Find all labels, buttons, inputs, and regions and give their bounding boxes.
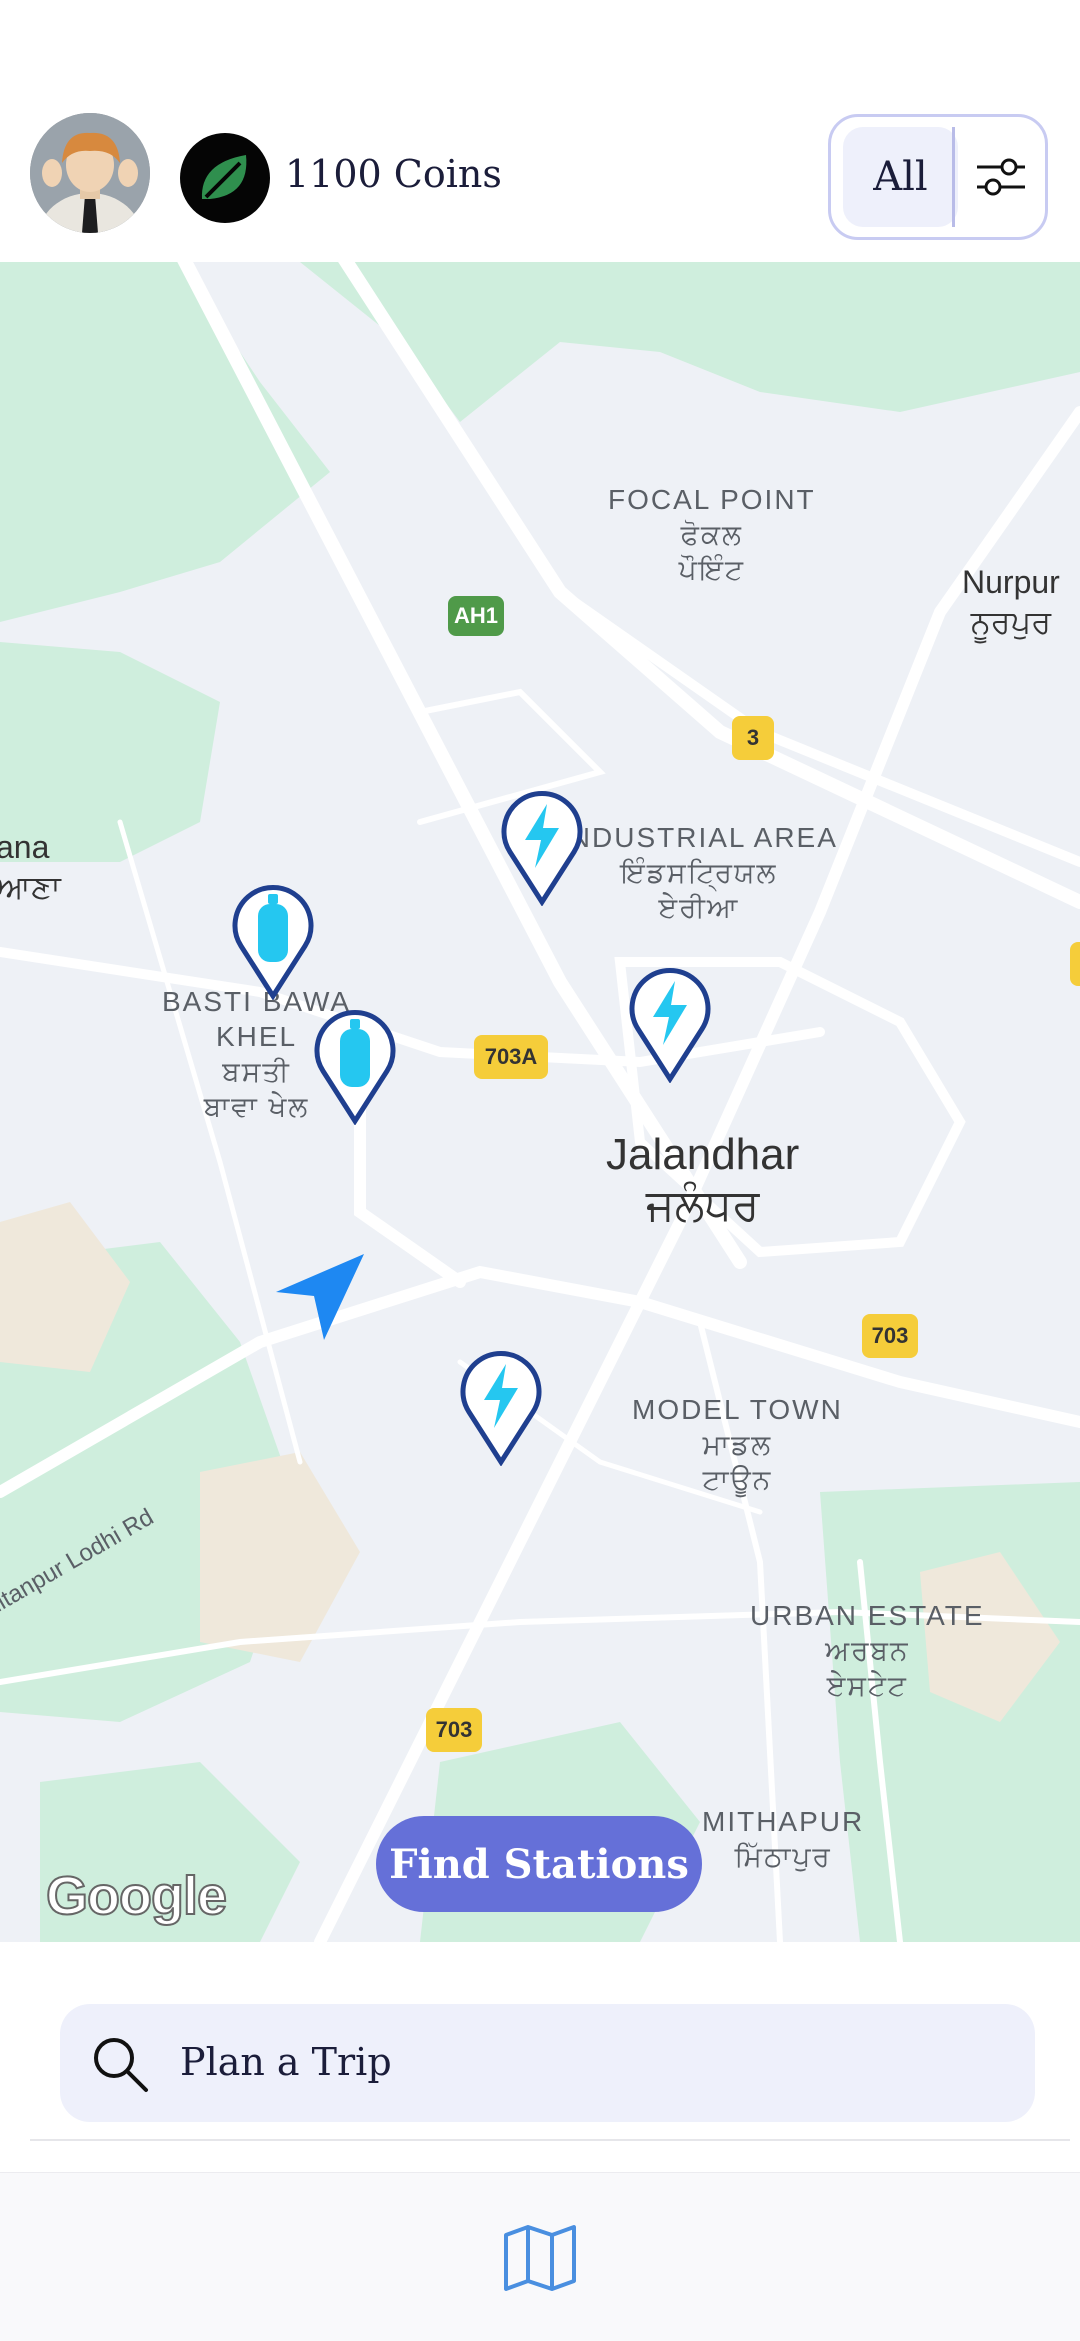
filter-divider xyxy=(952,127,955,227)
bottom-navigation xyxy=(0,2172,1080,2341)
google-attribution-logo: Google xyxy=(45,1865,228,1927)
plan-trip-search-box[interactable]: Plan a Trip xyxy=(60,2004,1035,2122)
place-label-nurpur: Nurpur ਨੂਰਪੁਰ xyxy=(962,564,1060,640)
ev-charging-marker[interactable] xyxy=(460,1350,542,1466)
road-shield-3: 3 xyxy=(732,716,774,760)
avatar-image xyxy=(30,113,150,233)
ev-charging-marker[interactable] xyxy=(501,790,583,906)
road-shield-ah1: AH1 xyxy=(448,596,504,636)
divider xyxy=(30,2139,1070,2141)
place-label-ana: ana ਆਣਾ xyxy=(0,829,61,905)
place-label-jalandhar: Jalandhar ਜਲੰਧਰ xyxy=(606,1130,800,1230)
place-label-focal-point: FOCAL POINT ਫੋਕਲ ਪੌਇੰਟ xyxy=(608,484,816,585)
place-label-urban-estate: URBAN ESTATE ਅਰਬਨ ਏਸਟੇਟ xyxy=(750,1600,985,1701)
filter-control: All xyxy=(828,114,1048,240)
road-shield-703: 703 xyxy=(426,1708,482,1752)
search-icon xyxy=(94,2038,148,2092)
place-label-model-town: MODEL TOWN ਮਾਡਲ ਟਾਊਨ xyxy=(632,1394,843,1495)
top-bar: 1100 Coins All xyxy=(0,0,1080,262)
place-label-mithapur: MITHAPUR ਮਿੱਠਾਪੁਰ xyxy=(702,1806,865,1872)
road-shield-partial xyxy=(1070,942,1080,986)
current-location-arrow-icon xyxy=(276,1254,364,1340)
user-avatar[interactable] xyxy=(30,113,150,233)
search-placeholder: Plan a Trip xyxy=(180,2040,392,2084)
gas-station-marker[interactable] xyxy=(232,884,314,1000)
bottom-sheet: Plan a Trip xyxy=(0,1942,1080,2172)
gas-station-marker[interactable] xyxy=(314,1009,396,1125)
sliders-filter-icon[interactable] xyxy=(971,147,1031,207)
filter-all-button[interactable]: All xyxy=(843,127,958,227)
map-icon[interactable] xyxy=(502,2223,578,2293)
find-stations-button[interactable]: Find Stations xyxy=(376,1816,702,1912)
place-label-industrial-area: INDUSTRIAL AREA ਇੰਡਸਟ੍ਰਿਯਲ ਏਰੀਆ xyxy=(560,822,838,923)
road-shield-703a: 703A xyxy=(474,1035,548,1079)
leaf-coin-icon xyxy=(180,133,270,223)
road-shield-703: 703 xyxy=(862,1314,918,1358)
coins-balance: 1100 Coins xyxy=(285,152,502,196)
map-view[interactable]: FOCAL POINT ਫੋਕਲ ਪੌਇੰਟ Nurpur ਨੂਰਪੁਰ IND… xyxy=(0,262,1080,1942)
ev-charging-marker[interactable] xyxy=(629,967,711,1083)
